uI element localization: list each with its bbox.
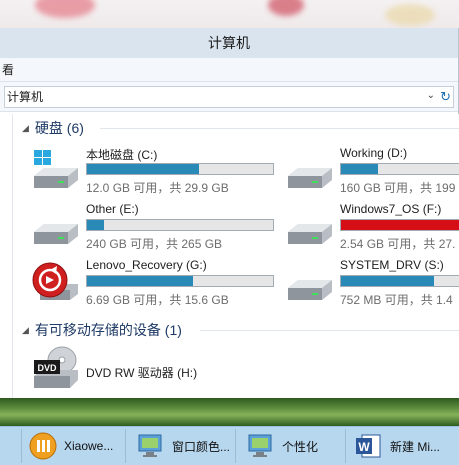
drive-item-g[interactable]: Lenovo_Recovery (G:) 6.69 GB 可用，共 15.6 G… (32, 258, 282, 310)
drive-space: 240 GB 可用，共 265 GB (86, 237, 223, 251)
collapse-chevron-icon[interactable]: ◢ (22, 123, 29, 134)
address-dropdown-icon[interactable]: ⌄ (427, 90, 435, 101)
drive-item-e[interactable]: Other (E:) 240 GB 可用，共 265 GB (32, 202, 282, 254)
drive-name: DVD RW 驱动器 (H:) (86, 366, 198, 380)
usage-bar (340, 163, 459, 175)
control-panel-icon (138, 434, 162, 457)
recovery-drive-icon (32, 262, 78, 300)
taskbar-label: 窗口颜色... (172, 439, 231, 454)
taskbar-label: 个性化 (282, 439, 319, 454)
drive-space: 12.0 GB 可用，共 29.9 GB (86, 181, 229, 195)
word-glyph: W (358, 440, 370, 454)
group-title: 硬盘 (6) (34, 120, 84, 136)
explorer-window: 计算机 看 计算机 ⌄ ↻ ◢ 硬盘 (6) 本地磁盘 (C:) 12.0 GB… (0, 28, 459, 398)
usage-bar-fill (341, 220, 459, 230)
collapse-chevron-icon[interactable]: ◢ (22, 325, 29, 336)
group-title: 有可移动存储的设备 (1) (34, 322, 182, 338)
drive-item-h[interactable]: DVD DVD RW 驱动器 (H:) (32, 346, 282, 398)
drive-name: 本地磁盘 (C:) (86, 148, 158, 162)
drive-space: 752 MB 可用，共 1.4 (340, 293, 453, 307)
window-title: 计算机 (208, 35, 250, 51)
dvd-drive-icon: DVD (34, 346, 78, 388)
word-icon: W (356, 434, 381, 458)
drive-list: ◢ 硬盘 (6) 本地磁盘 (C:) 12.0 GB 可用，共 29.9 GB (0, 114, 459, 398)
xiaowei-app-icon (29, 432, 57, 460)
usage-bar-fill (87, 164, 199, 174)
hard-drive-icon (288, 168, 332, 188)
desktop-wallpaper-top (0, 0, 459, 28)
taskbar-item-word[interactable]: W 新建 Mi... (346, 429, 459, 463)
dvd-badge: DVD (37, 363, 57, 373)
drive-space: 6.69 GB 可用，共 15.6 GB (86, 293, 229, 307)
taskbar-label: Xiaowe... (64, 439, 114, 453)
group-header-removable[interactable]: ◢ 有可移动存储的设备 (1) (22, 320, 182, 340)
hard-drive-icon (34, 224, 78, 244)
tab-view[interactable]: 看 (2, 61, 14, 78)
usage-bar (86, 219, 274, 231)
drive-space: 2.54 GB 可用，共 27. (340, 237, 456, 251)
drive-name: SYSTEM_DRV (S:) (340, 258, 444, 272)
drive-name: Windows7_OS (F:) (340, 202, 442, 216)
usage-bar-fill (87, 276, 194, 286)
refresh-icon[interactable]: ↻ (440, 89, 451, 105)
taskbar-item-personalize[interactable]: 个性化 (236, 429, 346, 463)
ribbon-tabs: 看 (0, 58, 458, 82)
windows-drive-icon (34, 150, 78, 188)
group-header-hard-disks[interactable]: ◢ 硬盘 (6) (22, 118, 84, 138)
hard-drive-icon (288, 224, 332, 244)
address-input[interactable]: 计算机 ⌄ ↻ (4, 85, 454, 108)
drive-space: 160 GB 可用，共 199 (340, 181, 456, 195)
address-bar: 计算机 ⌄ ↻ (0, 82, 458, 112)
control-panel-icon (248, 434, 272, 457)
usage-bar (86, 275, 274, 287)
taskbar-item-window-color[interactable]: 窗口颜色... (126, 429, 236, 463)
desktop-wallpaper-bottom (0, 398, 459, 426)
window-titlebar[interactable]: 计算机 (0, 28, 458, 58)
usage-bar-fill (87, 220, 104, 230)
usage-bar-fill (341, 276, 434, 286)
usage-bar (340, 275, 459, 287)
taskbar-item-edge[interactable] (0, 429, 22, 463)
taskbar: Xiaowe... 窗口颜色... 个性化 W 新建 Mi... (0, 426, 459, 465)
usage-bar (86, 163, 274, 175)
drive-item-f[interactable]: Windows7_OS (F:) 2.54 GB 可用，共 27. (286, 202, 459, 254)
drive-name: Other (E:) (86, 202, 139, 216)
taskbar-label: 新建 Mi... (390, 439, 440, 454)
taskbar-item-xiaowei[interactable]: Xiaowe... (22, 429, 126, 463)
drive-item-c[interactable]: 本地磁盘 (C:) 12.0 GB 可用，共 29.9 GB (32, 146, 282, 198)
drive-name: Working (D:) (340, 146, 408, 160)
drive-item-s[interactable]: SYSTEM_DRV (S:) 752 MB 可用，共 1.4 (286, 258, 459, 310)
hard-drive-icon (288, 280, 332, 300)
address-text: 计算机 (7, 90, 44, 104)
drive-item-d[interactable]: Working (D:) 160 GB 可用，共 199 (286, 146, 459, 198)
usage-bar-fill (341, 164, 379, 174)
drive-name: Lenovo_Recovery (G:) (86, 258, 207, 272)
usage-bar (340, 219, 459, 231)
